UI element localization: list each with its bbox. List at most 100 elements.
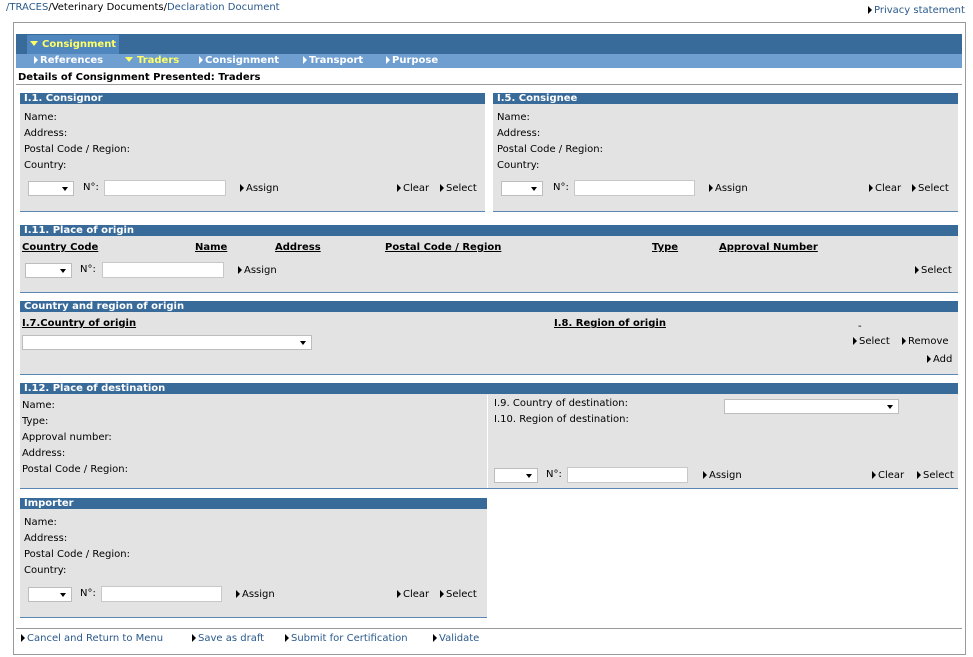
tab-consignment-main[interactable]: Consignment [27, 35, 119, 54]
arrow-right-icon [709, 184, 713, 192]
destination-assign-link[interactable]: Assign [703, 470, 742, 481]
postal-label: Postal Code / Region: [24, 144, 130, 155]
region-add-link[interactable]: Add [927, 354, 952, 365]
arrow-right-icon [236, 590, 240, 598]
importer-panel: Importer Name: Address: Postal Code / Re… [20, 498, 487, 618]
region-remove-link[interactable]: Remove [902, 336, 949, 347]
destination-select-link[interactable]: Select [917, 470, 954, 481]
region-of-origin-label: I.8. Region of origin [554, 318, 666, 329]
arrow-right-icon [397, 184, 401, 192]
country-of-origin-label: I.7.Country of origin [22, 318, 137, 329]
subtab-label: References [40, 55, 104, 66]
address-label: Address: [497, 128, 541, 139]
assign-label: Assign [246, 183, 279, 194]
consignee-number-input[interactable] [574, 180, 695, 196]
validate-link[interactable]: Validate [433, 633, 479, 644]
subtab-traders[interactable]: Traders [125, 55, 179, 66]
consignor-assign-link[interactable]: Assign [240, 183, 279, 194]
consignee-country-select[interactable] [501, 181, 543, 196]
origin-number-input[interactable] [102, 262, 224, 278]
arrow-right-icon [915, 266, 919, 274]
country-of-destination-select[interactable] [724, 399, 899, 414]
breadcrumb: /TRACES/Veterinary Documents/Declaration… [6, 2, 280, 13]
subtab-label: Consignment [205, 55, 280, 66]
breadcrumb-declaration-link[interactable]: Declaration Document [167, 2, 280, 13]
consignee-assign-link[interactable]: Assign [709, 183, 748, 194]
name-label: Name: [22, 400, 55, 411]
destination-number-input[interactable] [567, 467, 688, 483]
column-country-code[interactable]: Country Code [22, 242, 98, 253]
clear-label: Clear [403, 183, 430, 194]
type-label: Type: [22, 416, 49, 427]
arrow-right-icon [238, 266, 242, 274]
origin-select-link[interactable]: Select [915, 265, 952, 276]
subtab-label: Transport [309, 55, 364, 66]
no-label: N°: [553, 182, 569, 193]
submit-certification-link[interactable]: Submit for Certification [285, 633, 408, 644]
select-label: Select [918, 183, 949, 194]
footer-divider [16, 628, 962, 629]
privacy-label[interactable]: Privacy statement [874, 5, 965, 16]
arrow-right-icon [853, 337, 857, 345]
clear-label: Clear [875, 183, 902, 194]
importer-title: Importer [20, 498, 487, 509]
destination-divider [487, 395, 488, 488]
privacy-link[interactable]: Privacy statement [868, 5, 965, 16]
consignee-select-link[interactable]: Select [912, 183, 949, 194]
country-of-origin-select[interactable] [22, 335, 312, 350]
arrow-right-icon [927, 355, 931, 363]
origin-assign-link[interactable]: Assign [238, 265, 277, 276]
subtab-references[interactable]: References [34, 55, 103, 66]
subtab-consignment[interactable]: Consignment [199, 55, 279, 66]
consignor-number-input[interactable] [104, 180, 226, 196]
importer-assign-link[interactable]: Assign [236, 589, 275, 600]
clear-label: Clear [878, 470, 905, 481]
country-of-destination-label: I.9. Country of destination: [494, 398, 628, 409]
add-label: Add [933, 354, 953, 365]
origin-country-select[interactable] [25, 263, 72, 278]
title-divider [16, 84, 962, 85]
importer-clear-link[interactable]: Clear [397, 589, 429, 600]
subtab-purpose[interactable]: Purpose [386, 55, 438, 66]
destination-clear-link[interactable]: Clear [872, 470, 904, 481]
assign-label: Assign [244, 265, 277, 276]
save-draft-link[interactable]: Save as draft [192, 633, 264, 644]
arrow-right-icon [869, 184, 873, 192]
consignee-title: I.5. Consignee [493, 93, 958, 104]
column-name[interactable]: Name [195, 242, 227, 253]
arrow-right-icon [34, 56, 38, 64]
column-address[interactable]: Address [275, 242, 321, 253]
column-postal-code[interactable]: Postal Code / Region [385, 242, 501, 253]
no-label: N°: [80, 264, 96, 275]
cancel-label: Cancel and Return to Menu [27, 633, 164, 644]
importer-select-link[interactable]: Select [440, 589, 477, 600]
importer-country-select[interactable] [28, 587, 72, 602]
tab-consignment-label: Consignment [42, 39, 117, 50]
address-label: Address: [22, 448, 66, 459]
arrow-right-icon [199, 56, 203, 64]
arrow-right-icon [872, 471, 876, 479]
country-label: Country: [24, 160, 67, 171]
breadcrumb-traces-link[interactable]: TRACES [9, 2, 48, 13]
consignor-country-select[interactable] [28, 181, 74, 196]
postal-label: Postal Code / Region: [22, 464, 128, 475]
country-region-panel: Country and region of origin I.7.Country… [20, 301, 958, 375]
importer-number-input[interactable] [101, 586, 222, 602]
consignor-panel: I.1. Consignor Name: Address: Postal Cod… [20, 93, 485, 212]
consignor-select-link[interactable]: Select [440, 183, 477, 194]
subtab-transport[interactable]: Transport [303, 55, 363, 66]
arrow-right-icon [240, 184, 244, 192]
remove-label: Remove [908, 336, 949, 347]
cancel-return-link[interactable]: Cancel and Return to Menu [21, 633, 163, 644]
consignee-clear-link[interactable]: Clear [869, 183, 901, 194]
region-select-link[interactable]: Select [853, 336, 890, 347]
column-type[interactable]: Type [652, 242, 678, 253]
destination-country-select[interactable] [494, 468, 538, 483]
country-label: Country: [24, 565, 67, 576]
arrow-right-icon [303, 56, 307, 64]
arrow-right-icon [433, 634, 437, 642]
column-approval-number[interactable]: Approval Number [719, 242, 818, 253]
consignor-clear-link[interactable]: Clear [397, 183, 429, 194]
consignor-title: I.1. Consignor [20, 93, 485, 104]
arrow-right-icon [902, 337, 906, 345]
